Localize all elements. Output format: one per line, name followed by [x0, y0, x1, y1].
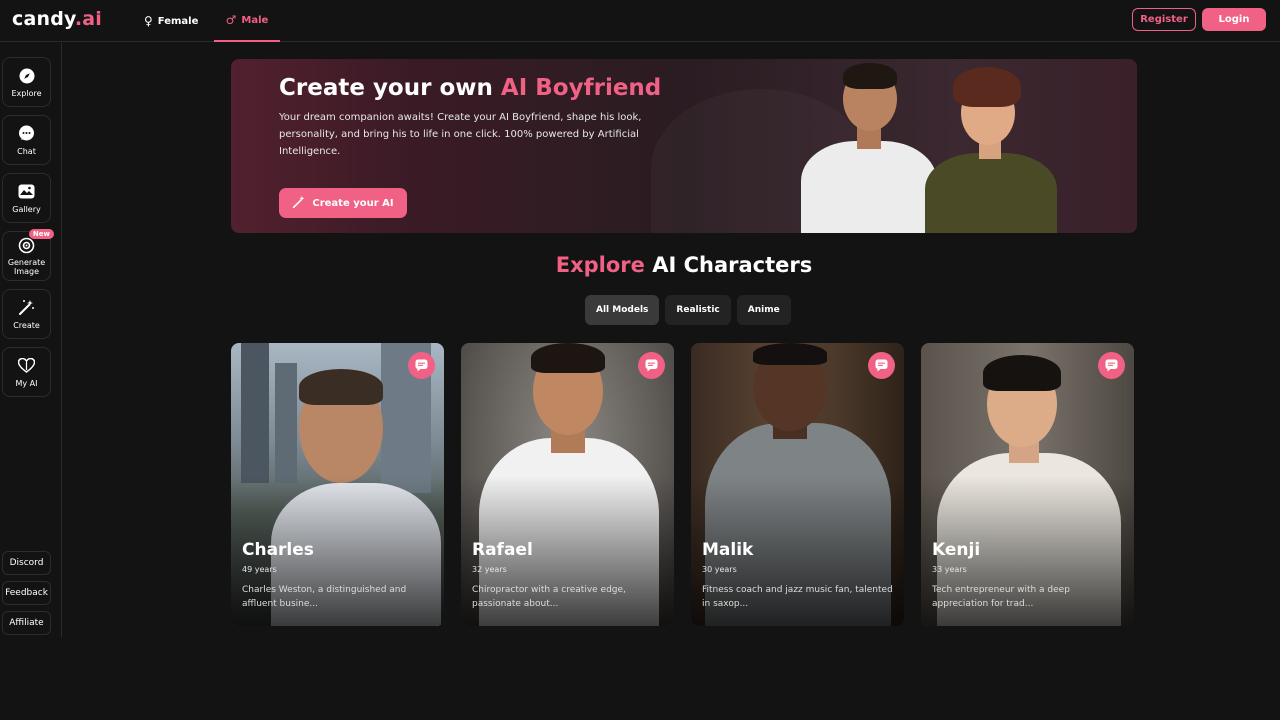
- model-filters: All Models Realistic Anime: [585, 295, 791, 325]
- filter-all-models[interactable]: All Models: [585, 295, 660, 325]
- sidebar-item-label: Chat: [17, 146, 36, 156]
- hero-description: Your dream companion awaits! Create your…: [279, 112, 642, 157]
- new-badge: New: [28, 229, 54, 239]
- character-age: 32 years: [472, 565, 507, 574]
- sidebar-item-label: Create: [13, 320, 40, 330]
- sidebar-item-label: My AI: [15, 378, 38, 388]
- sidebar-item-chat[interactable]: Chat: [2, 115, 51, 165]
- top-bar: candy.ai ♀ Female ♂ Male Register Login: [0, 0, 1280, 42]
- sidebar-item-label: Gallery: [12, 204, 41, 214]
- sidebar: Explore Chat Gallery New Generate Image …: [0, 43, 62, 637]
- character-card-charles[interactable]: Charles 49 years Charles Weston, a disti…: [231, 343, 444, 626]
- magic-wand-icon: [292, 195, 306, 212]
- character-age: 33 years: [932, 565, 967, 574]
- tab-male-label: Male: [241, 14, 269, 26]
- compass-icon: [18, 67, 36, 85]
- character-card-malik[interactable]: Malik 30 years Fitness coach and jazz mu…: [691, 343, 904, 626]
- chat-icon[interactable]: [638, 352, 665, 379]
- character-card-rafael[interactable]: Rafael 32 years Chiropractor with a crea…: [461, 343, 674, 626]
- affiliate-link[interactable]: Affiliate: [2, 611, 51, 635]
- tab-female[interactable]: ♀ Female: [144, 0, 198, 42]
- create-ai-button[interactable]: Create your AI: [279, 188, 407, 218]
- character-description: Tech entrepreneur with a deep appreciati…: [932, 585, 1070, 609]
- sidebar-item-create[interactable]: Create: [2, 289, 51, 339]
- login-button[interactable]: Login: [1202, 8, 1266, 31]
- feedback-link[interactable]: Feedback: [2, 581, 51, 605]
- character-description: Fitness coach and jazz music fan, talent…: [702, 585, 893, 609]
- sidebar-item-my-ai[interactable]: My AI: [2, 347, 51, 397]
- sidebar-item-gallery[interactable]: Gallery: [2, 173, 51, 223]
- chat-icon: [18, 125, 36, 143]
- heart-icon: [18, 357, 36, 375]
- filter-realistic[interactable]: Realistic: [665, 295, 731, 325]
- female-icon: ♀: [144, 14, 153, 28]
- gallery-icon: [18, 183, 36, 201]
- chat-icon[interactable]: [408, 352, 435, 379]
- tab-male[interactable]: ♂ Male: [214, 0, 280, 42]
- character-age: 30 years: [702, 565, 737, 574]
- sidebar-item-explore[interactable]: Explore: [2, 57, 51, 107]
- sidebar-item-label: Explore: [11, 88, 42, 98]
- character-name: Kenji: [932, 540, 981, 560]
- hero-title: Create your own AI Boyfriend: [279, 75, 662, 101]
- logo[interactable]: candy.ai: [12, 8, 102, 30]
- chat-icon[interactable]: [868, 352, 895, 379]
- register-button[interactable]: Register: [1132, 8, 1196, 31]
- character-name: Rafael: [472, 540, 533, 560]
- tab-female-label: Female: [157, 15, 199, 27]
- character-description: Chiropractor with a creative edge, passi…: [472, 585, 626, 609]
- discord-link[interactable]: Discord: [2, 551, 51, 575]
- hero-banner: Create your own AI Boyfriend Your dream …: [231, 59, 1137, 233]
- character-description: Charles Weston, a distinguished and affl…: [242, 585, 407, 609]
- male-icon: ♂: [225, 13, 237, 27]
- character-age: 49 years: [242, 565, 277, 574]
- character-name: Malik: [702, 540, 754, 560]
- character-card-kenji[interactable]: Kenji 33 years Tech entrepreneur with a …: [921, 343, 1134, 626]
- chat-icon[interactable]: [1098, 352, 1125, 379]
- explore-title: Explore AI Characters: [555, 253, 813, 277]
- character-name: Charles: [242, 540, 314, 560]
- filter-anime[interactable]: Anime: [736, 295, 791, 325]
- magic-wand-icon: [18, 299, 36, 317]
